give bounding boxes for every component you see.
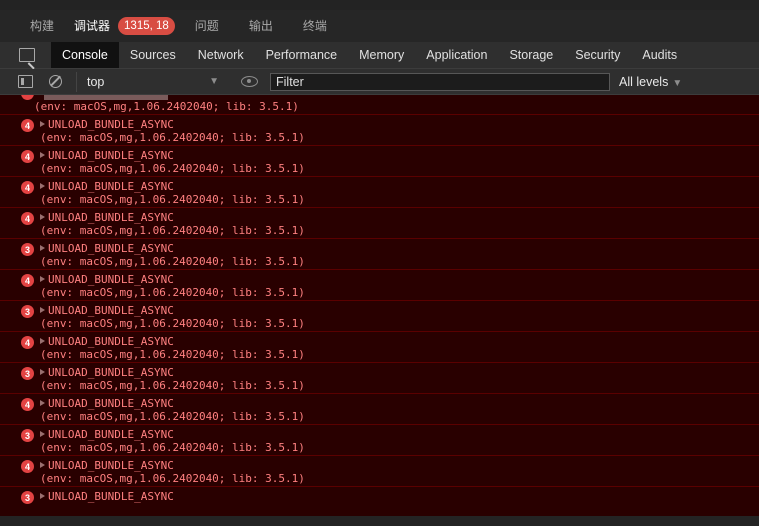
expand-arrow-icon[interactable]: [40, 369, 45, 375]
log-row[interactable]: 3 UNLOAD_BUNDLE_ASYNC: [0, 487, 759, 518]
log-message: UNLOAD_BUNDLE_ASYNC: [48, 242, 174, 255]
log-message: UNLOAD_BUNDLE_ASYNC: [48, 118, 174, 131]
log-detail: (env: macOS,mg,1.06.2402040; lib: 3.5.1): [40, 255, 305, 268]
filter-input[interactable]: [270, 72, 610, 91]
log-row[interactable]: 4 UNLOAD_BUNDLE_ASYNC (env: macOS,mg,1.06.…: [0, 177, 759, 208]
repeat-count-badge: 4: [21, 150, 34, 163]
log-row: (env: macOS,mg,1.06.2402040; lib: 3.5.1): [0, 95, 759, 115]
log-row[interactable]: 3 UNLOAD_BUNDLE_ASYNC (env: macOS,mg,1.06.…: [0, 363, 759, 394]
log-row[interactable]: 4 UNLOAD_BUNDLE_ASYNC (env: macOS,mg,1.06.…: [0, 332, 759, 363]
repeat-count-badge: 4: [21, 181, 34, 194]
log-message: UNLOAD_BUNDLE_ASYNC: [48, 366, 174, 379]
tab-debugger[interactable]: 调试器: [74, 10, 110, 42]
log-row[interactable]: 3 UNLOAD_BUNDLE_ASYNC (env: macOS,mg,1.06.…: [0, 301, 759, 332]
tab-application[interactable]: Application: [415, 42, 498, 68]
context-selector[interactable]: top ▼: [76, 71, 227, 92]
devtools-tab-bar: Console Sources Network Performance Memo…: [0, 42, 759, 69]
repeat-count-badge: 4: [21, 398, 34, 411]
expand-arrow-icon[interactable]: [40, 400, 45, 406]
log-row[interactable]: 4 UNLOAD_BUNDLE_ASYNC (env: macOS,mg,1.06.…: [0, 115, 759, 146]
expand-arrow-icon[interactable]: [40, 245, 45, 251]
log-levels-dropdown[interactable]: All levels ▼: [619, 75, 690, 89]
expand-arrow-icon[interactable]: [40, 462, 45, 468]
log-message: UNLOAD_BUNDLE_ASYNC: [48, 211, 174, 224]
tab-problems[interactable]: 问题: [195, 10, 219, 42]
window-top-strip: [0, 0, 759, 10]
log-message: UNLOAD_BUNDLE_ASYNC: [48, 180, 174, 193]
tab-network[interactable]: Network: [187, 42, 255, 68]
log-message: UNLOAD_BUNDLE_ASYNC: [48, 149, 174, 162]
chevron-down-icon: ▼: [209, 76, 219, 87]
panel-tab-bar: 构建 调试器 1315, 18 问题 输出 终端: [0, 10, 759, 42]
log-message: UNLOAD_BUNDLE_ASYNC: [48, 273, 174, 286]
repeat-count-badge: 4: [21, 274, 34, 287]
bottom-strip: [0, 516, 759, 526]
expand-arrow-icon[interactable]: [40, 214, 45, 220]
log-message: UNLOAD_BUNDLE_ASYNC: [48, 428, 174, 441]
error-count-badge: 1315, 18: [118, 17, 175, 35]
expand-arrow-icon[interactable]: [40, 276, 45, 282]
log-detail: (env: macOS,mg,1.06.2402040; lib: 3.5.1): [40, 286, 305, 299]
inspect-element-icon[interactable]: [19, 48, 35, 62]
repeat-count-badge: 3: [21, 243, 34, 256]
log-row[interactable]: 4 UNLOAD_BUNDLE_ASYNC (env: macOS,mg,1.06.…: [0, 146, 759, 177]
expand-arrow-icon[interactable]: [40, 307, 45, 313]
log-message: UNLOAD_BUNDLE_ASYNC: [48, 490, 174, 503]
tab-performance[interactable]: Performance: [255, 42, 349, 68]
expand-arrow-icon[interactable]: [40, 493, 45, 499]
sidebar-toggle-icon[interactable]: [18, 75, 33, 88]
tab-terminal[interactable]: 终端: [303, 10, 327, 42]
console-toolbar: top ▼ All levels▼: [0, 69, 759, 95]
log-levels-label: All levels: [619, 74, 669, 89]
repeat-count-badge: [21, 95, 34, 100]
log-detail: (env: macOS,mg,1.06.2402040; lib: 3.5.1): [40, 224, 305, 237]
clear-console-icon[interactable]: [49, 75, 62, 88]
tab-console[interactable]: Console: [51, 42, 119, 68]
repeat-count-badge: 4: [21, 212, 34, 225]
expand-arrow-icon[interactable]: [40, 183, 45, 189]
expand-arrow-icon[interactable]: [40, 431, 45, 437]
repeat-count-badge: 3: [21, 367, 34, 380]
tab-sources[interactable]: Sources: [119, 42, 187, 68]
repeat-count-badge: 3: [21, 305, 34, 318]
log-detail: (env: macOS,mg,1.06.2402040; lib: 3.5.1): [40, 162, 305, 175]
log-row[interactable]: 3 UNLOAD_BUNDLE_ASYNC (env: macOS,mg,1.06.…: [0, 239, 759, 270]
log-detail: (env: macOS,mg,1.06.2402040; lib: 3.5.1): [40, 472, 305, 485]
log-detail: (env: macOS,mg,1.06.2402040; lib: 3.5.1): [40, 348, 305, 361]
eye-icon[interactable]: [241, 76, 258, 87]
tab-storage[interactable]: Storage: [498, 42, 564, 68]
log-detail: (env: macOS,mg,1.06.2402040; lib: 3.5.1): [40, 317, 305, 330]
log-detail: (env: macOS,mg,1.06.2402040; lib: 3.5.1): [34, 100, 299, 113]
context-value: top: [87, 74, 105, 89]
repeat-count-badge: 3: [21, 429, 34, 442]
log-message: UNLOAD_BUNDLE_ASYNC: [48, 304, 174, 317]
log-detail: (env: macOS,mg,1.06.2402040; lib: 3.5.1): [40, 379, 305, 392]
expand-arrow-icon[interactable]: [40, 152, 45, 158]
log-message: UNLOAD_BUNDLE_ASYNC: [48, 397, 174, 410]
tab-build[interactable]: 构建: [30, 10, 54, 42]
log-row[interactable]: 4 UNLOAD_BUNDLE_ASYNC (env: macOS,mg,1.06.…: [0, 270, 759, 301]
expand-arrow-icon[interactable]: [40, 338, 45, 344]
log-row[interactable]: 4 UNLOAD_BUNDLE_ASYNC (env: macOS,mg,1.06.…: [0, 208, 759, 239]
console-log-area: (env: macOS,mg,1.06.2402040; lib: 3.5.1)…: [0, 95, 759, 526]
tab-audits[interactable]: Audits: [631, 42, 688, 68]
repeat-count-badge: 4: [21, 336, 34, 349]
log-detail: (env: macOS,mg,1.06.2402040; lib: 3.5.1): [40, 441, 305, 454]
tab-memory[interactable]: Memory: [348, 42, 415, 68]
log-message: UNLOAD_BUNDLE_ASYNC: [48, 459, 174, 472]
repeat-count-badge: 4: [21, 119, 34, 132]
chevron-down-icon: ▼: [672, 77, 683, 89]
log-detail: (env: macOS,mg,1.06.2402040; lib: 3.5.1): [40, 410, 305, 423]
log-row[interactable]: 3 UNLOAD_BUNDLE_ASYNC (env: macOS,mg,1.06.…: [0, 425, 759, 456]
log-row[interactable]: 4 UNLOAD_BUNDLE_ASYNC (env: macOS,mg,1.06.…: [0, 456, 759, 487]
tab-security[interactable]: Security: [564, 42, 631, 68]
repeat-count-badge: 4: [21, 460, 34, 473]
log-detail: (env: macOS,mg,1.06.2402040; lib: 3.5.1): [40, 131, 305, 144]
repeat-count-badge: 3: [21, 491, 34, 504]
log-detail: (env: macOS,mg,1.06.2402040; lib: 3.5.1): [40, 193, 305, 206]
log-message: UNLOAD_BUNDLE_ASYNC: [48, 335, 174, 348]
log-row[interactable]: 4 UNLOAD_BUNDLE_ASYNC (env: macOS,mg,1.06.…: [0, 394, 759, 425]
expand-arrow-icon[interactable]: [40, 121, 45, 127]
tab-output[interactable]: 输出: [249, 10, 273, 42]
